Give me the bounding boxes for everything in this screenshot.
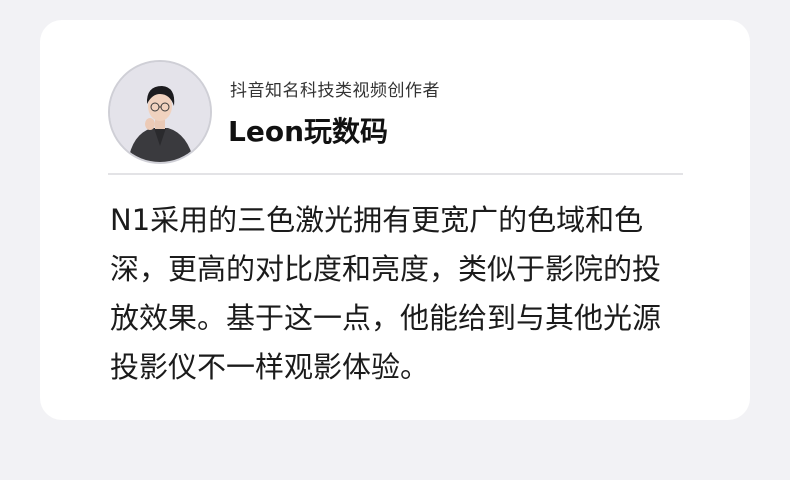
quote-line: N1采用的三色激光拥有更宽广的色域和色 bbox=[110, 203, 644, 237]
quote-line: 深，更高的对比度和亮度，类似于影院的投 bbox=[110, 252, 662, 286]
quote-text: N1采用的三色激光拥有更宽广的色域和色 深，更高的对比度和亮度，类似于影院的投 … bbox=[110, 196, 700, 392]
person-portrait-icon bbox=[110, 62, 210, 162]
author-name: Leon玩数码 bbox=[228, 115, 389, 148]
quote-line: 投影仪不一样观影体验。 bbox=[110, 350, 430, 384]
author-avatar bbox=[108, 60, 212, 164]
testimonial-card: 抖音知名科技类视频创作者 Leon玩数码 N1采用的三色激光拥有更宽广的色域和色… bbox=[40, 20, 750, 420]
author-title: 抖音知名科技类视频创作者 bbox=[230, 81, 440, 101]
quote-line: 放效果。基于这一点，他能给到与其他光源 bbox=[110, 301, 662, 335]
divider bbox=[108, 173, 683, 175]
